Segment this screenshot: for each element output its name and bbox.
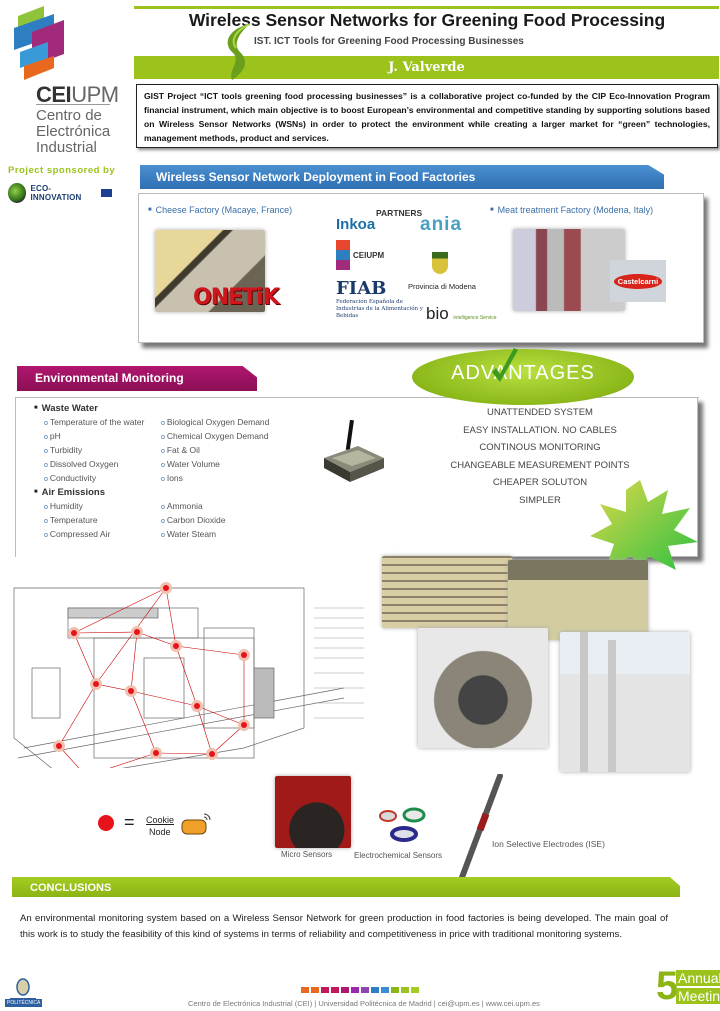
- list-item: Temperature: [34, 515, 161, 529]
- ion-selective-electrode-icon: [455, 774, 503, 890]
- eco-innovation-logo: ECO-INNOVATION: [8, 182, 112, 204]
- list-row: Compressed AirWater Steam: [34, 529, 294, 543]
- advantages-title: ADVANTAGES: [451, 362, 595, 384]
- section-header-environmental: Environmental Monitoring: [17, 366, 257, 391]
- node-legend-dot: [98, 815, 114, 831]
- list-item: Turbidity: [34, 445, 161, 459]
- cei-logo-icon: [14, 6, 64, 80]
- list-row: ConductivityIons: [34, 473, 294, 487]
- section-header-conclusions: CONCLUSIONS: [12, 877, 680, 897]
- color-swatch: [381, 987, 389, 993]
- intro-box: GIST Project “ICT tools greening food pr…: [136, 84, 718, 148]
- partners-label: PARTNERS: [376, 208, 423, 218]
- upm-label: POLITÉCNICA: [5, 999, 43, 1007]
- partner-ceiupm-logo: CEIUPM: [336, 240, 396, 270]
- section-header-deployment: Wireless Sensor Network Deployment in Fo…: [140, 165, 664, 189]
- cookie-node-icon: [181, 813, 211, 835]
- list-item: Temperature of the water: [34, 417, 161, 431]
- legend-cookie-label: Cookie: [146, 815, 175, 825]
- color-swatch: [301, 987, 309, 993]
- color-swatch: [401, 987, 409, 993]
- list-item: Compressed Air: [34, 529, 161, 543]
- list-row: TurbidityFat & Oil: [34, 445, 294, 459]
- color-bar: [301, 987, 419, 993]
- partner-fiab-logo: FIAB: [336, 278, 387, 299]
- partner-ania-logo: ania: [420, 214, 463, 235]
- list-item: Ammonia: [161, 501, 288, 515]
- electrochemical-sensors-label: Electrochemical Sensors: [354, 851, 443, 860]
- micro-sensors-photo: [275, 776, 351, 848]
- castelcarni-logo: Castelcarni: [610, 260, 666, 302]
- micro-sensors-label: Micro Sensors: [281, 850, 333, 859]
- list-item: Ions: [161, 473, 288, 487]
- color-swatch: [351, 987, 359, 993]
- footer-contact: Centro de Electrónica Industrial (CEI) |…: [188, 999, 540, 1008]
- meat-factory-photo: [513, 229, 625, 311]
- sponsor-label: Project sponsored by: [8, 165, 116, 176]
- partner-bio-logo: bio intelligence Service: [426, 304, 497, 323]
- electrochemical-sensors-icon: [379, 807, 426, 842]
- monitoring-list: Waste Water Temperature of the waterBiol…: [34, 403, 294, 543]
- poster-subtitle: IST. ICT Tools for Greening Food Process…: [254, 36, 524, 47]
- list-item: Biological Oxygen Demand: [161, 417, 288, 431]
- color-swatch: [331, 987, 339, 993]
- color-swatch: [411, 987, 419, 993]
- onetik-logo: ONETiK: [193, 285, 280, 310]
- category-waste-water: Waste Water: [34, 403, 294, 417]
- color-swatch: [311, 987, 319, 993]
- list-item: Carbon Dioxide: [161, 515, 288, 529]
- meat-factory-label: Meat treatment Factory (Modena, Italy): [490, 205, 654, 215]
- list-item: Humidity: [34, 501, 161, 515]
- list-item: Water Steam: [161, 529, 288, 543]
- cei-mark-icon: [336, 240, 350, 270]
- advantage-item: UNATTENDED SYSTEM: [487, 407, 593, 418]
- checkmark-icon: [492, 348, 518, 382]
- eu-flag-icon: [100, 189, 112, 197]
- cei-full-name: Centro de Electrónica Industrial: [36, 107, 111, 156]
- partner-inkoa-logo: Inkoa: [336, 216, 376, 233]
- cheese-factory-label: Cheese Factory (Macaye, France): [148, 205, 293, 215]
- annual-meeting-logo: 5 Annual Meeting: [656, 964, 720, 1011]
- list-item: pH: [34, 431, 161, 445]
- color-swatch: [321, 987, 329, 993]
- advantage-item: CONTINOUS MONITORING: [479, 442, 601, 453]
- cheese-storage-photo: [382, 556, 512, 628]
- globe-icon: [8, 183, 27, 203]
- list-item: Chemical Oxygen Demand: [161, 431, 288, 445]
- ise-label: Ion Selective Electrodes (ISE): [492, 839, 605, 849]
- list-row: HumidityAmmonia: [34, 501, 294, 515]
- wastewater-pit-photo: [418, 628, 548, 748]
- chimneys-photo: [560, 632, 690, 772]
- list-item: Fat & Oil: [161, 445, 288, 459]
- color-swatch: [341, 987, 349, 993]
- advantage-item: CHANGEABLE MEASUREMENT POINTS: [450, 459, 630, 471]
- list-row: Temperature of the waterBiological Oxyge…: [34, 417, 294, 431]
- list-item: Conductivity: [34, 473, 161, 487]
- color-swatch: [371, 987, 379, 993]
- plan-legend: [314, 607, 364, 719]
- sprout-icon: [227, 23, 251, 80]
- factory-floor-plan: [13, 582, 364, 768]
- list-row: pHChemical Oxygen Demand: [34, 431, 294, 445]
- partner-fiab-subtitle: Federación Española de Industrias de la …: [336, 299, 423, 319]
- partner-modena-logo: Provincia di Modena: [408, 282, 476, 291]
- header-rule: [134, 6, 719, 9]
- color-swatch: [391, 987, 399, 993]
- color-swatch: [361, 987, 369, 993]
- category-air-emissions: Air Emissions: [34, 487, 294, 501]
- divider: [36, 104, 110, 105]
- conclusions-text: An environmental monitoring system based…: [20, 913, 668, 940]
- advantage-item: EASY INSTALLATION. NO CABLES: [463, 424, 617, 436]
- sensor-node-icon: [324, 419, 384, 482]
- list-row: Dissolved OxygenWater Volume: [34, 459, 294, 473]
- modena-crest-icon: [432, 252, 448, 274]
- list-item: Water Volume: [161, 459, 288, 473]
- list-item: Dissolved Oxygen: [34, 459, 161, 473]
- legend-equals: =: [124, 812, 135, 832]
- list-row: TemperatureCarbon Dioxide: [34, 515, 294, 529]
- legend-node-label: Node: [149, 827, 171, 837]
